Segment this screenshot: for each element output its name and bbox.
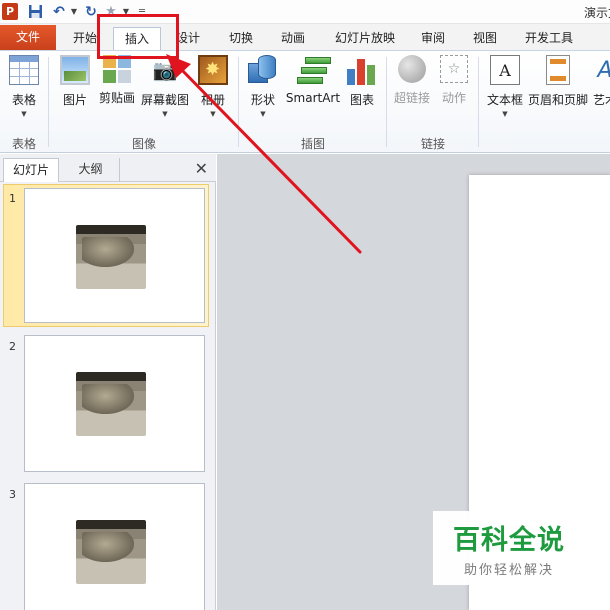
picture-icon	[60, 55, 90, 85]
hyperlink-button[interactable]: 超链接	[392, 55, 432, 106]
action-icon: ☆	[440, 55, 468, 83]
powerpoint-logo-icon[interactable]: P	[2, 3, 18, 20]
tab-animations[interactable]: 动画	[272, 27, 314, 50]
photo-album-button[interactable]: 相册 ▼	[196, 55, 230, 118]
wordart-icon: A	[590, 55, 610, 85]
table-icon	[9, 55, 39, 85]
slides-pane: 1 2 3	[0, 182, 216, 610]
group-divider	[238, 57, 239, 147]
chevron-down-icon: ▼	[162, 110, 168, 118]
camera-icon: 📷	[152, 58, 178, 82]
smartart-button[interactable]: SmartArt	[285, 55, 341, 105]
group-divider	[478, 57, 479, 147]
smartart-label: SmartArt	[285, 91, 341, 105]
pane-tabs: 幻灯片 大纲 ✕	[0, 154, 216, 182]
ribbon-insert: 表格 ▼ 表格 图片 剪贴画 📷 屏幕截图 ▼ 相册 ▼ 图像 形状 ▼ Sma…	[0, 50, 610, 153]
action-button[interactable]: ☆ 动作	[437, 55, 471, 106]
tab-slideshow[interactable]: 幻灯片放映	[326, 27, 404, 50]
tab-view[interactable]: 视图	[465, 27, 505, 50]
screenshot-button[interactable]: 📷 屏幕截图 ▼	[139, 55, 191, 118]
header-footer-icon	[546, 55, 570, 85]
table-label: 表格	[11, 93, 36, 107]
picture-button[interactable]: 图片	[58, 55, 92, 108]
chevron-down-icon: ▼	[21, 110, 27, 118]
chevron-down-icon[interactable]: ▼	[70, 3, 78, 20]
annotation-highlight-box	[97, 14, 179, 59]
slide-thumbnail[interactable]	[24, 483, 205, 610]
watermark-sub-text: 助你轻松解决	[463, 563, 554, 578]
action-label: 动作	[441, 91, 466, 105]
tab-review[interactable]: 审阅	[413, 27, 453, 50]
rock-image-thumbnail	[76, 225, 146, 289]
shapes-label: 形状	[250, 93, 275, 107]
watermark-main-text: 百科全说	[453, 525, 565, 556]
ribbon-tabs: 文件 开始 插入 设计 切换 动画 幻灯片放映 审阅 视图 开发工具	[0, 24, 610, 50]
album-label: 相册	[200, 93, 225, 107]
chevron-down-icon: ▼	[260, 110, 266, 118]
rock-image-thumbnail	[76, 520, 146, 584]
chart-label: 图表	[349, 93, 374, 107]
slide-number: 1	[9, 192, 16, 205]
slide-thumbnail[interactable]	[24, 335, 205, 472]
clipart-icon	[103, 55, 131, 83]
tab-outline[interactable]: 大纲	[62, 158, 120, 182]
hyperlink-label: 超链接	[393, 91, 430, 105]
screenshot-label: 屏幕截图	[140, 93, 189, 107]
photo-album-icon	[198, 55, 228, 85]
tab-developer[interactable]: 开发工具	[519, 27, 579, 50]
slide-number: 2	[9, 340, 16, 353]
header-footer-label: 页眉和页脚	[528, 93, 589, 107]
chart-button[interactable]: 图表	[345, 55, 379, 108]
tab-file[interactable]: 文件	[0, 25, 56, 50]
wordart-button[interactable]: A 艺术	[590, 55, 610, 108]
close-icon[interactable]: ✕	[195, 159, 208, 178]
group-label-images: 图像	[131, 137, 156, 151]
slide-thumbnail[interactable]	[24, 188, 205, 323]
group-label-links: 链接	[420, 137, 445, 151]
group-divider	[48, 57, 49, 147]
tab-transitions[interactable]: 切换	[220, 27, 262, 50]
save-icon[interactable]	[28, 3, 43, 20]
picture-label: 图片	[62, 93, 87, 107]
chevron-down-icon: ▼	[210, 110, 216, 118]
chevron-down-icon: ▼	[502, 110, 508, 118]
group-label-table: 表格	[11, 137, 36, 151]
smartart-icon	[295, 55, 331, 85]
title-bar: P ↶ ▼ ↻ ★ ▼ ═ 演示文	[0, 0, 610, 24]
chart-icon	[347, 55, 377, 85]
redo-icon[interactable]: ↻	[84, 3, 98, 20]
group-label-illustrations: 插图	[300, 137, 325, 151]
undo-icon[interactable]: ↶	[52, 3, 66, 20]
clipart-label: 剪贴画	[98, 91, 135, 105]
watermark-logo: 百科全说 助你轻松解决	[433, 511, 585, 585]
wordart-label: 艺术	[592, 93, 610, 107]
slide-number: 3	[9, 488, 16, 501]
shapes-icon	[248, 55, 278, 85]
clipart-button[interactable]: 剪贴画	[97, 55, 137, 106]
textbox-label: 文本框	[486, 93, 523, 107]
hyperlink-icon	[398, 55, 426, 83]
textbox-icon: A	[490, 55, 520, 85]
table-button[interactable]: 表格 ▼	[5, 55, 43, 118]
shapes-button[interactable]: 形状 ▼	[246, 55, 280, 118]
rock-image-thumbnail	[76, 372, 146, 436]
header-footer-button[interactable]: 页眉和页脚	[528, 55, 588, 108]
textbox-button[interactable]: A 文本框 ▼	[485, 55, 525, 118]
group-divider	[386, 57, 387, 147]
tab-slides[interactable]: 幻灯片	[3, 158, 59, 182]
window-title: 演示文	[584, 6, 610, 20]
